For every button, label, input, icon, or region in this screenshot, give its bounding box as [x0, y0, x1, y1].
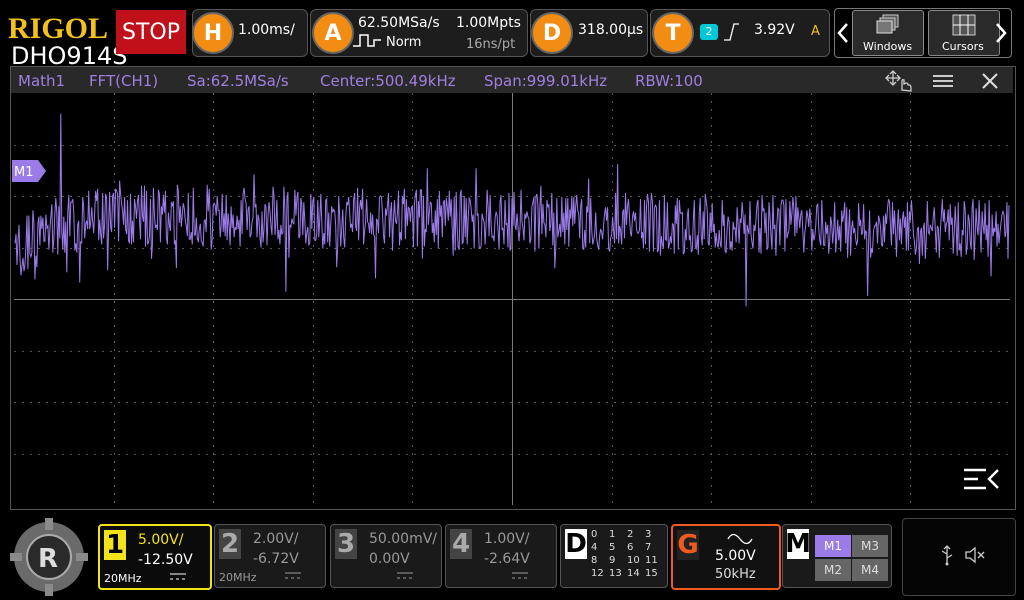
math-m4-button[interactable]: M4 — [852, 559, 888, 581]
chevron-right-icon[interactable] — [994, 22, 1008, 44]
fft-plot — [14, 93, 1010, 505]
windows-button[interactable]: Windows — [852, 10, 924, 56]
channel-3-scale: 50.00mV/ — [369, 531, 438, 547]
generator-amplitude: 5.00V — [715, 548, 756, 564]
generator-letter: G — [677, 530, 699, 560]
channel-4-offset: -2.64V — [484, 551, 530, 567]
channel-1-bw: 20MHz — [104, 572, 142, 585]
digital-line-9: 9 — [609, 555, 616, 566]
channel-2-bw: 20MHz — [219, 571, 257, 584]
cursors-button[interactable]: Cursors — [928, 10, 1000, 56]
trigger-level: 3.92V — [754, 22, 795, 38]
channel-4-scale: 1.00V/ — [484, 531, 530, 547]
resolution: 16ns/pt — [466, 37, 516, 52]
channel-1-offset: -12.50V — [138, 552, 193, 568]
timebase-value: 1.00ms/ — [238, 22, 295, 38]
channel-3-panel[interactable]: 3 50.00mV/ 0.00V — [330, 524, 442, 588]
math-m1-button[interactable]: M1 — [815, 535, 851, 557]
close-icon[interactable] — [981, 72, 999, 90]
delay-value: 318.00μs — [578, 22, 644, 38]
chevron-left-icon[interactable] — [836, 22, 850, 44]
rigol-home-icon[interactable]: R — [10, 518, 88, 596]
digital-line-1: 1 — [609, 529, 616, 540]
channel-2-panel[interactable]: 2 2.00V/ -6.72V 20MHz — [214, 524, 326, 588]
digital-line-2: 2 — [627, 529, 634, 540]
windows-icon — [876, 14, 899, 34]
acquire-icon[interactable]: A — [312, 12, 354, 54]
rigol-logo: RIGOL — [8, 12, 109, 45]
trigger-source: 2 — [700, 24, 718, 40]
run-stop-label: STOP — [122, 19, 180, 45]
expand-icon[interactable] — [964, 468, 999, 490]
channel-1-scale: 5.00V/ — [138, 532, 184, 548]
fft-rbw: RBW:100 — [635, 72, 703, 90]
run-stop-button[interactable]: STOP — [116, 10, 186, 54]
rising-edge-icon — [724, 23, 739, 41]
channel-4-number: 4 — [450, 529, 472, 559]
cursors-label: Cursors — [942, 40, 984, 53]
memory-depth: 1.00Mpts — [456, 15, 521, 31]
channel-1-number: 1 — [104, 530, 126, 560]
channel-3-number: 3 — [335, 529, 357, 559]
generator-panel[interactable]: G 5.00V 50kHz — [671, 524, 781, 590]
digital-letter: D — [565, 529, 587, 559]
usb-icon — [941, 545, 953, 566]
digital-line-15: 15 — [645, 568, 658, 579]
channel-2-offset: -6.72V — [253, 551, 299, 567]
digital-line-7: 7 — [645, 542, 652, 553]
dc-coupling-icon — [397, 572, 413, 579]
svg-text:R: R — [38, 544, 58, 574]
channel-2-number: 2 — [219, 529, 241, 559]
acquire-mode: Norm — [386, 35, 422, 50]
dc-coupling-icon — [512, 572, 528, 579]
generator-frequency: 50kHz — [715, 567, 756, 582]
math-letter: M — [785, 529, 811, 559]
sample-rate: 62.50MSa/s — [358, 15, 440, 31]
digital-line-0: 0 — [591, 529, 598, 540]
digital-line-14: 14 — [627, 568, 640, 579]
trigger-sweep: A — [811, 24, 820, 39]
m1-marker[interactable]: M1 — [12, 160, 48, 182]
digital-panel[interactable]: D 0 1 2 3 4 5 6 7 8 9 10 11 12 13 14 15 — [560, 524, 668, 588]
digital-line-3: 3 — [645, 529, 652, 540]
channel-2-scale: 2.00V/ — [253, 531, 299, 547]
channel-4-panel[interactable]: 4 1.00V/ -2.64V — [445, 524, 557, 588]
speaker-muted-icon[interactable] — [964, 546, 986, 564]
digital-line-4: 4 — [591, 542, 598, 553]
digital-line-11: 11 — [645, 555, 658, 566]
m1-marker-label: M1 — [14, 165, 34, 180]
math-sample-rate: Sa:62.5MSa/s — [187, 72, 289, 90]
math-m2-button[interactable]: M2 — [815, 559, 851, 581]
menu-icon[interactable] — [932, 73, 954, 89]
trigger-icon[interactable]: T — [652, 12, 694, 54]
channel-1-panel[interactable]: 1 5.00V/ -12.50V 20MHz — [98, 524, 212, 590]
math-name: Math1 — [18, 72, 66, 90]
digital-line-5: 5 — [609, 542, 616, 553]
channel-3-offset: 0.00V — [369, 551, 410, 567]
digital-line-8: 8 — [591, 555, 598, 566]
cursors-icon — [952, 14, 976, 36]
model-name: DHO914S — [11, 42, 128, 70]
pulse-icon — [353, 34, 381, 47]
fft-span: Span:999.01kHz — [484, 72, 608, 90]
digital-line-13: 13 — [609, 568, 622, 579]
dc-coupling-icon — [170, 573, 186, 580]
digital-line-6: 6 — [627, 542, 634, 553]
math-m3-button[interactable]: M3 — [852, 535, 888, 557]
dc-coupling-icon — [285, 572, 301, 579]
digital-line-10: 10 — [627, 555, 640, 566]
math-menu-panel[interactable]: M M1 M3 M2 M4 — [782, 524, 892, 588]
sine-wave-icon — [727, 533, 753, 545]
windows-label: Windows — [863, 40, 913, 53]
math-source: FFT(CH1) — [89, 72, 159, 90]
digital-line-12: 12 — [591, 568, 604, 579]
horizontal-icon[interactable]: H — [192, 12, 234, 54]
delay-icon[interactable]: D — [531, 12, 573, 54]
move-window-icon[interactable] — [884, 70, 914, 92]
status-area — [902, 518, 1016, 596]
graticule — [14, 93, 1010, 505]
fft-center: Center:500.49kHz — [320, 72, 456, 90]
digital-lines: 0 1 2 3 4 5 6 7 8 9 10 11 12 13 14 15 — [591, 528, 665, 580]
